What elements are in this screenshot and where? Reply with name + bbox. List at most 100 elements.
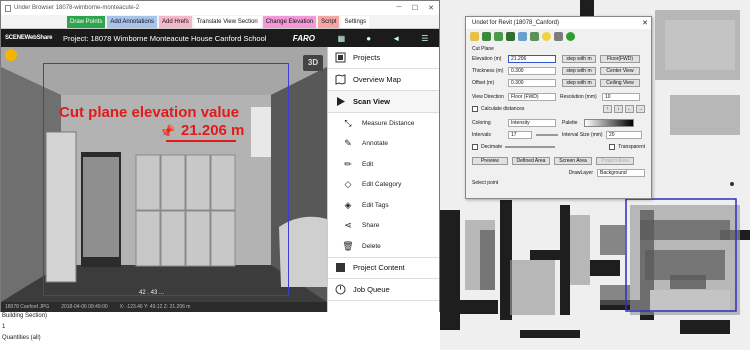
menu-projects-label: Projects [353,53,381,62]
defined-area-button[interactable]: Defined Area [512,157,550,165]
bulb-icon[interactable] [542,31,551,41]
thickness-step-button[interactable]: step with m [562,67,596,75]
category-icon: ◇ [344,179,352,190]
offset-step-button[interactable]: step with m [562,79,596,87]
elevation-input[interactable]: 21.206 [508,55,556,63]
annotation-box [43,63,289,296]
annotation-label: Cut plane elevation value [59,104,240,121]
tool-edit-category[interactable]: ◇ Edit Category [328,175,439,196]
clock-icon [334,283,346,295]
underline-mark [166,140,236,142]
menu-scan-view[interactable]: Scan View [328,91,439,113]
resolution-input[interactable]: 10 [602,93,640,101]
decimate-slider[interactable] [505,146,555,148]
document-icon [5,4,11,12]
view-3d-button[interactable]: 3D [303,55,323,71]
arrow-down-icon[interactable]: ↓ [614,105,623,113]
bookmark-translate-view-section[interactable]: Translate View Section [193,15,261,28]
window-controls: ─ ☐ ✕ [391,4,439,12]
menu-overview-map[interactable]: Overview Map [328,69,439,91]
floor-fwd-button[interactable]: Floor(FWD) [600,55,640,63]
interval-size-input[interactable]: 20 [606,131,642,139]
tool-delete[interactable]: 🗑 Delete [328,236,439,257]
coloring-label: Coloring [472,120,491,126]
intervals-input[interactable]: 17 [508,131,532,139]
intervals-slider[interactable] [536,134,558,136]
tool-edit-category-label: Edit Category [362,181,402,189]
palette-gradient[interactable] [584,119,634,127]
thickness-label: Thickness (m) [472,68,504,74]
dialog-close-icon[interactable]: ✕ [639,19,651,27]
resolution-label: Resolution (mm) [560,94,597,100]
elevation-step-button[interactable]: step with m [562,55,596,63]
flag-icon[interactable]: ▦ [338,34,346,43]
side-menu: Projects Overview Map Scan View ⤡ Measur… [327,47,439,312]
green-dot-icon[interactable] [566,31,575,41]
scan-viewer[interactable]: Cut plane elevation value 📌 21.206 m 3D … [1,47,327,302]
decimate-checkbox[interactable] [472,144,478,150]
menu-job-queue[interactable]: Job Queue [328,279,439,301]
cube-icon[interactable] [482,31,491,41]
bookmark-add-hrefs[interactable]: Add Hrefs [159,15,192,28]
tool-edit-tags[interactable]: ◈ Edit Tags [328,195,439,216]
layers-icon[interactable] [494,31,503,41]
ruler-icon: ⤡ [344,117,352,128]
thickness-input[interactable]: 0.300 [508,67,556,75]
offset-input[interactable]: 0.300 [508,79,556,87]
compass-icon[interactable] [5,49,17,61]
bookmark-script[interactable]: Script [318,15,340,28]
box-icon[interactable] [518,31,527,41]
tool-measure-distance[interactable]: ⤡ Measure Distance [328,113,439,134]
status-date: 2018-04-06 08:49:00 [61,304,108,310]
plane-icon[interactable] [530,31,539,41]
tool-edit[interactable]: ✏ Edit [328,154,439,175]
bookmark-add-annotations[interactable]: Add Annotations [107,15,158,28]
preview-button[interactable]: Preview [472,157,508,165]
view-direction-select[interactable]: Floor (FWD) [508,93,556,101]
project-area-button[interactable]: Project Area [596,157,634,165]
arrow-up-icon[interactable]: ↑ [603,105,612,113]
scene-header: SCENEWebShare Project: 18078 Wimborne Mo… [1,29,439,47]
screen-area-button[interactable]: Screen Area [554,157,592,165]
points-icon[interactable] [506,31,515,41]
map-icon [334,74,346,86]
browser-line-1[interactable]: Building Section) [0,311,440,322]
arrow-left-icon[interactable]: ← [625,105,634,113]
browser-line-2[interactable]: 1 [0,322,440,333]
bookmark-change-elevation[interactable]: Change Elevation [262,15,317,28]
status-scan: 18078 Canford JPG [5,304,50,310]
user-icon[interactable]: ● [366,34,371,43]
share-icon[interactable]: ◄ [392,34,400,43]
draw-layer-select[interactable]: Background [597,169,645,177]
close-icon[interactable]: ✕ [423,4,439,12]
tool-annotate[interactable]: ✎ Annotate [328,134,439,155]
tool-share[interactable]: ⋖ Share [328,216,439,237]
menu-projects[interactable]: Projects [328,47,439,69]
bookmark-settings[interactable]: Settings [341,15,370,28]
ceiling-view-button[interactable]: Ceiling View [600,79,640,87]
arrow-right-icon[interactable]: → [636,105,645,113]
browser-line-3[interactable]: Quantities (all) [0,333,440,344]
transparent-checkbox[interactable] [609,144,616,150]
folder-icon[interactable] [470,31,479,41]
window-title: Under Browser 18078-wimborne-monteacute-… [14,5,140,11]
pin-icon[interactable]: 📌 [159,124,175,140]
center-view-button[interactable]: Center View [600,67,640,75]
scan-view-tools: ⤡ Measure Distance ✎ Annotate ✏ Edit ◇ E… [328,113,439,257]
projects-icon [334,52,346,64]
faro-logo: FARO [292,33,315,43]
intervals-row: Intervals 17 Interval Size (mm) 20 [472,130,645,140]
action-buttons-row: Preview Defined Area Screen Area Project… [472,156,645,166]
menu-project-content[interactable]: Project Content [328,256,439,279]
content-icon [334,262,346,274]
coloring-row: Coloring Intensity Palette [472,118,645,128]
coloring-select[interactable]: Intensity [508,119,556,127]
minimize-icon[interactable]: ─ [391,4,407,12]
calc-distances-checkbox[interactable] [472,106,478,112]
menu-icon[interactable]: ☰ [421,34,428,43]
settings-icon[interactable] [554,31,563,41]
draw-layer-label: DrawLayer [568,170,593,176]
elevation-row: Elevation (m) 21.206 step with m Floor(F… [472,54,645,64]
bookmark-draw-points[interactable]: Draw Points [67,15,106,28]
maximize-icon[interactable]: ☐ [407,4,423,12]
